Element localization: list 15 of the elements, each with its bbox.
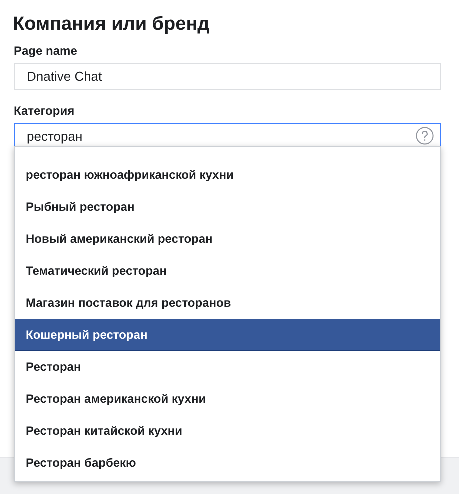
suggestion-item[interactable]: Магазин поставок для ресторанов [15, 287, 440, 319]
section-title: Компания или бренд [13, 14, 211, 36]
suggestion-item[interactable]: Кошерный ресторан [15, 319, 440, 351]
field-label: Категория [14, 104, 76, 118]
page-name-field[interactable]: Dnative Chat [14, 63, 441, 90]
suggestion-item[interactable]: Новый американский ресторан [15, 223, 440, 255]
suggestion-item[interactable]: Рыбный ресторан [15, 191, 440, 223]
suggestion-item[interactable]: Ресторан барбекю [15, 447, 440, 479]
suggestion-item[interactable]: ресторан южноафриканской кухни [15, 159, 440, 191]
help-icon[interactable] [416, 127, 434, 145]
field-label: Page name [14, 44, 78, 58]
suggestion-item[interactable]: Ресторан американской кухни [15, 383, 440, 415]
suggestion-item[interactable]: Тематический ресторан [15, 255, 440, 287]
suggestion-item[interactable]: Ресторан [15, 351, 440, 383]
suggestion-item[interactable]: Ресторан китайской кухни [15, 415, 440, 447]
